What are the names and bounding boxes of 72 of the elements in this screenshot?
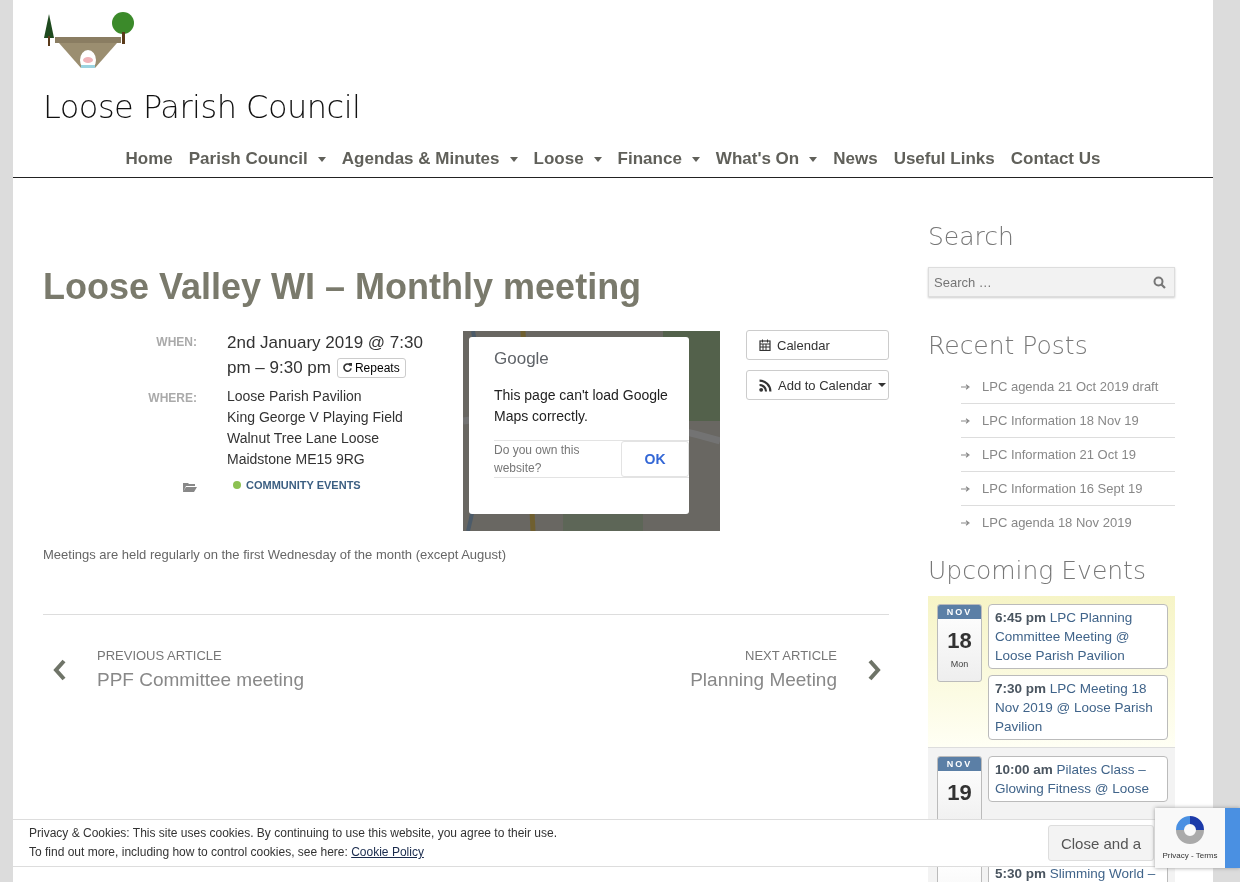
ok-button[interactable]: OK xyxy=(621,441,689,477)
recaptcha-links[interactable]: Privacy - Terms xyxy=(1162,851,1218,860)
chevron-left-icon[interactable] xyxy=(53,658,67,681)
arrow-icon xyxy=(961,519,970,526)
error-message: This page can't load Google Maps correctly. xyxy=(494,386,669,426)
previous-label: PREVIOUS ARTICLE xyxy=(97,648,223,663)
address-line: King George V Playing Field xyxy=(227,408,404,427)
nav-link[interactable]: Useful Links xyxy=(893,149,995,169)
widget-heading: Recent Posts xyxy=(928,331,1089,360)
event-card[interactable]: 7:30 pm LPC Meeting 18 Nov 2019 @ Loose Parish Pavilion xyxy=(988,675,1168,740)
nav-link[interactable]: News xyxy=(833,149,878,169)
nav-link[interactable]: Home xyxy=(125,149,173,169)
repeats-button[interactable]: Repeats xyxy=(336,357,406,378)
widget-heading: Search xyxy=(928,222,1015,251)
day-number: 19 xyxy=(946,780,973,806)
event-card[interactable]: 6:45 pm LPC Planning Committee Meeting @ Loose Parish Pavilion xyxy=(988,604,1168,669)
day-number: 18 xyxy=(946,628,973,654)
cookie-policy-link[interactable]: Cookie Policy xyxy=(351,845,424,859)
search-field[interactable]: Search … xyxy=(928,267,1175,297)
ownership-question: Do you own this website? xyxy=(494,442,581,477)
month-label: NOV xyxy=(938,757,981,771)
previous-article-link[interactable]: PPF Committee meeting xyxy=(97,669,304,691)
arrow-icon xyxy=(961,451,970,458)
nav-link[interactable]: What's On xyxy=(715,149,818,169)
nav-link[interactable]: Finance xyxy=(617,149,700,169)
close-accept-button[interactable]: Close and a xyxy=(1047,825,1154,861)
nav-link[interactable]: Loose xyxy=(533,149,602,169)
cookie-notice: To find out more, including how to control cookies, see here: xyxy=(29,845,348,859)
caret-icon xyxy=(809,156,818,162)
month-label: NOV xyxy=(938,605,981,619)
address-line: Maidstone ME15 9RG xyxy=(227,450,366,469)
dialog-brand: Google xyxy=(494,349,550,369)
rss-icon xyxy=(759,378,772,392)
calendar-button[interactable]: Calendar xyxy=(746,330,889,360)
nav-link[interactable]: Agendas & Minutes xyxy=(341,149,518,169)
caret-icon xyxy=(317,156,326,162)
nav-link[interactable]: Parish Council xyxy=(188,149,326,169)
recent-post-link[interactable]: LPC Information 16 Sept 19 xyxy=(982,481,1143,496)
caret-icon xyxy=(877,383,886,387)
recent-post-link[interactable]: LPC Information 18 Nov 19 xyxy=(982,413,1139,428)
arrow-icon xyxy=(961,485,970,492)
site-title[interactable]: Loose Parish Council xyxy=(43,88,1183,126)
caret-icon xyxy=(509,156,518,162)
recent-post-link[interactable]: LPC agenda 18 Nov 2019 xyxy=(982,515,1132,530)
arrow-icon xyxy=(961,383,970,390)
where-label: WHERE: xyxy=(147,390,197,407)
arrow-icon xyxy=(961,417,970,424)
refresh-icon xyxy=(342,363,352,372)
search-icon[interactable] xyxy=(1153,276,1166,289)
caret-icon xyxy=(593,156,602,162)
calendar-icon xyxy=(759,339,771,351)
recent-post-link[interactable]: LPC Information 21 Oct 19 xyxy=(982,447,1136,462)
cookie-notice: Privacy & Cookies: This site uses cookies. By continuing to use this website, you agree to their use. xyxy=(29,825,558,842)
caret-icon xyxy=(691,156,700,162)
event-card[interactable]: 10:00 am Pilates Class – Glowing Fitness @ Loose xyxy=(988,756,1168,802)
weekday-label: Mon xyxy=(949,659,970,669)
widget-heading: Upcoming Events xyxy=(928,556,1147,585)
address-line: Walnut Tree Lane Loose xyxy=(227,429,381,448)
next-article-link[interactable]: Planning Meeting xyxy=(690,669,837,691)
event-title: Loose Valley WI – Monthly meeting xyxy=(43,266,643,308)
event-date: 2nd January 2019 @ 7:30 xyxy=(227,332,424,354)
next-label: NEXT ARTICLE xyxy=(744,648,837,663)
chevron-right-icon[interactable] xyxy=(867,658,881,681)
event-description: Meetings are held regularly on the first Wednesday of the month (except August) xyxy=(43,547,507,562)
when-label: WHEN: xyxy=(155,334,197,351)
nav-link[interactable]: Contact Us xyxy=(1010,149,1101,169)
event-date: pm – 9:30 pm xyxy=(227,357,331,379)
category-link[interactable]: COMMUNITY EVENTS xyxy=(233,479,361,491)
address-line: Loose Parish Pavilion xyxy=(227,387,363,406)
recent-post-link[interactable]: LPC agenda 21 Oct 2019 draft xyxy=(982,379,1159,394)
folder-icon xyxy=(183,482,197,492)
calendar-button[interactable]: Add to Calendar xyxy=(746,370,889,400)
